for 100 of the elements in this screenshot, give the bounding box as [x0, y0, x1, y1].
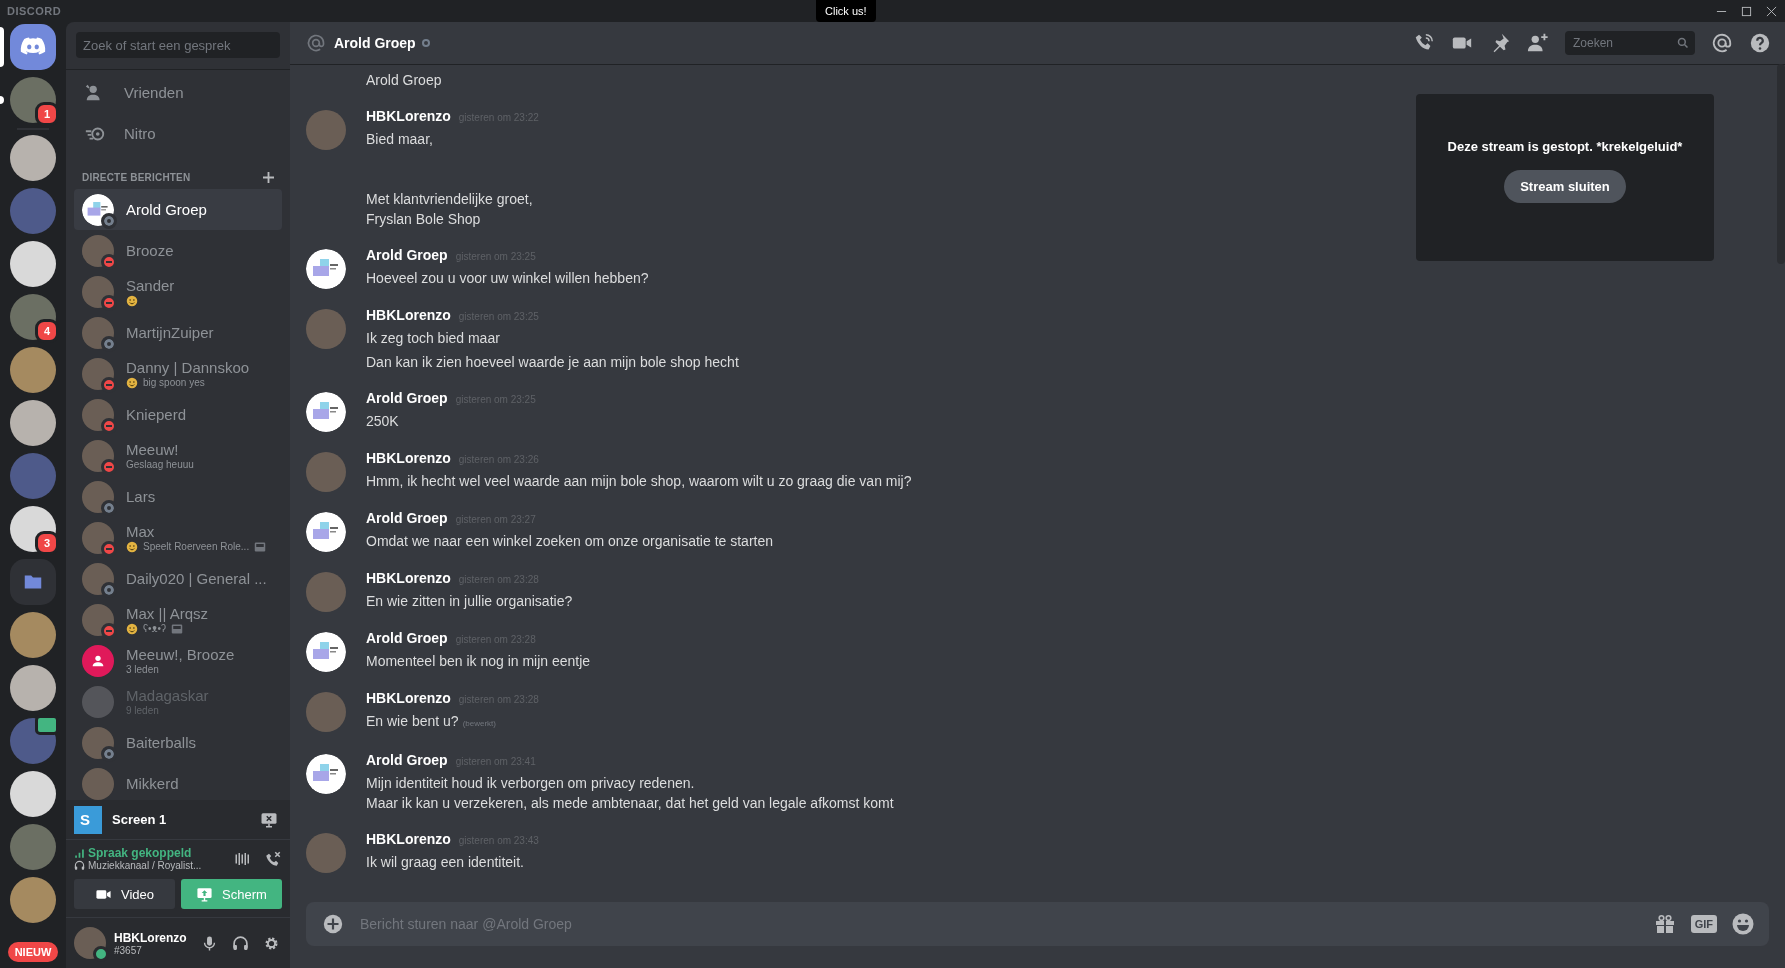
- contact-name: Daily020 | General ...: [126, 570, 267, 587]
- avatar-placeholder: [82, 685, 114, 718]
- avatar-placeholder: [82, 603, 114, 636]
- dm-item[interactable]: Meeuw!, Brooze 3 leden: [74, 640, 282, 681]
- server-icon[interactable]: [10, 347, 56, 393]
- add-attachment-icon[interactable]: [322, 913, 344, 935]
- nav-item[interactable]: Nitro: [74, 113, 282, 154]
- contact-name: Mikkerd: [126, 775, 179, 792]
- gif-button[interactable]: GIF: [1690, 915, 1717, 933]
- server-icon[interactable]: [10, 241, 56, 287]
- avatar-placeholder: [82, 275, 114, 308]
- group-logo-avatar: [306, 392, 346, 432]
- search-input[interactable]: Zoeken: [1571, 35, 1677, 51]
- home-button[interactable]: [10, 24, 56, 70]
- message-text: Momenteel ben ik nog in mijn eentje: [366, 652, 591, 671]
- avatar-placeholder: [82, 316, 114, 349]
- search-field[interactable]: Zoek of start een gesprek: [76, 32, 280, 58]
- microphone-icon[interactable]: [201, 934, 218, 952]
- unread-count-badge: 3: [35, 531, 59, 555]
- server-icon[interactable]: [10, 135, 56, 181]
- author-name[interactable]: Arold Groep: [366, 390, 448, 406]
- status-text: Geslaag heuuu: [126, 459, 194, 470]
- username: HBKLorenzo: [114, 930, 187, 945]
- avatar-placeholder: [82, 562, 114, 595]
- server-icon[interactable]: [10, 771, 56, 817]
- contact-name: Max || Arqsz: [126, 604, 208, 622]
- message-text: Ik wil graag een identiteit.: [366, 853, 525, 872]
- dm-item[interactable]: Max || Arqsz ʕ•ᴥ•ʔ: [74, 599, 282, 640]
- emoji-icon: [126, 622, 138, 635]
- author-name[interactable]: Arold Groep: [366, 510, 448, 526]
- close-icon[interactable]: [1766, 5, 1777, 17]
- activity-icon: [171, 622, 184, 635]
- author-name[interactable]: HBKLorenzo: [366, 450, 451, 466]
- at-sign-icon: [306, 33, 326, 53]
- author-name[interactable]: HBKLorenzo: [366, 108, 451, 124]
- user-tag: #3657: [114, 944, 187, 956]
- channel-title: Arold Groep: [334, 35, 416, 51]
- stop-stream-icon[interactable]: [260, 810, 278, 829]
- dm-item[interactable]: Daily020 | General ...: [74, 558, 282, 599]
- add-icon[interactable]: [263, 172, 274, 183]
- dm-item[interactable]: Mikkerd: [74, 763, 282, 800]
- section-heading: DIRECTE BERICHTEN: [82, 172, 191, 183]
- contact-name: Lars: [126, 488, 156, 505]
- dm-item[interactable]: Arold Groep: [74, 189, 282, 230]
- dm-item[interactable]: MartijnZuiper: [74, 312, 282, 353]
- add-user-icon[interactable]: [1527, 32, 1549, 54]
- mentions-icon[interactable]: [1711, 32, 1733, 54]
- monitor-icon: [196, 885, 214, 903]
- server-folder[interactable]: [10, 559, 56, 605]
- scrollbar[interactable]: [1777, 64, 1785, 264]
- screen-share-badge: [35, 715, 59, 735]
- avatar-placeholder: [82, 398, 114, 431]
- message-text: Omdat we naar een winkel zoeken om onze organisatie te starten: [366, 532, 773, 551]
- author-name[interactable]: HBKLorenzo: [366, 307, 451, 323]
- disconnect-icon[interactable]: [264, 849, 282, 868]
- dm-item[interactable]: Meeuw! Geslaag heuuu: [74, 435, 282, 476]
- selection-indicator: [0, 96, 4, 104]
- nav-item[interactable]: Vrienden: [74, 72, 282, 113]
- author-name[interactable]: HBKLorenzo: [366, 831, 451, 847]
- message-text: Bied maar, Met klantvriendelijke groet, Fryslan Bole Shop: [366, 130, 534, 229]
- dm-item[interactable]: Max Speelt Roerveen Role...: [74, 517, 282, 558]
- avatar-placeholder: [306, 309, 346, 349]
- author-name[interactable]: HBKLorenzo: [366, 570, 451, 586]
- close-stream-button[interactable]: Stream sluiten: [1504, 169, 1626, 203]
- voice-channel-link[interactable]: Muziekkanaal / Royalist...: [88, 860, 202, 871]
- unread-count-badge: 1: [35, 102, 59, 126]
- stream-thumbnail: S: [74, 805, 102, 834]
- avatar-placeholder: [306, 692, 346, 732]
- app-name: DISCORD: [7, 5, 62, 17]
- emoji-icon[interactable]: [1731, 912, 1755, 936]
- message-text: En wie bent u?: [366, 713, 459, 729]
- search-field[interactable]: Zoeken: [1565, 31, 1695, 55]
- group-logo-avatar: [306, 632, 346, 672]
- author-name[interactable]: Arold Groep: [366, 752, 448, 768]
- server-icon[interactable]: [10, 400, 56, 446]
- maximize-icon[interactable]: [1741, 5, 1752, 17]
- video-button[interactable]: Video: [74, 879, 175, 909]
- author-name[interactable]: HBKLorenzo: [366, 690, 451, 706]
- activity-icon: [254, 540, 267, 553]
- status-text: big spoon yes: [143, 377, 205, 388]
- dm-item[interactable]: Danny | Dannskoo big spoon yes: [74, 353, 282, 394]
- avatar-placeholder: [82, 480, 114, 513]
- author-name[interactable]: Arold Groep: [366, 630, 448, 646]
- screen-share-button[interactable]: Scherm: [181, 879, 282, 909]
- server-icon[interactable]: [10, 665, 56, 711]
- stream-title: Screen 1: [112, 812, 167, 827]
- dm-item[interactable]: Lars: [74, 476, 282, 517]
- author-name[interactable]: Arold Groep: [366, 247, 448, 263]
- server-icon[interactable]: [10, 612, 56, 658]
- dm-item[interactable]: Knieperd: [74, 394, 282, 435]
- dm-item[interactable]: Baiterballs: [74, 722, 282, 763]
- contact-name: Brooze: [126, 242, 174, 259]
- headphones-icon[interactable]: [232, 934, 249, 952]
- dm-item[interactable]: Sander: [74, 271, 282, 312]
- unread-count-badge: 4: [35, 319, 59, 343]
- help-icon[interactable]: [1749, 32, 1771, 54]
- connection-status: Spraak gekoppeld: [88, 846, 192, 860]
- dm-item[interactable]: Brooze: [74, 230, 282, 271]
- emoji-icon: [126, 376, 138, 389]
- server-icon[interactable]: [10, 877, 56, 923]
